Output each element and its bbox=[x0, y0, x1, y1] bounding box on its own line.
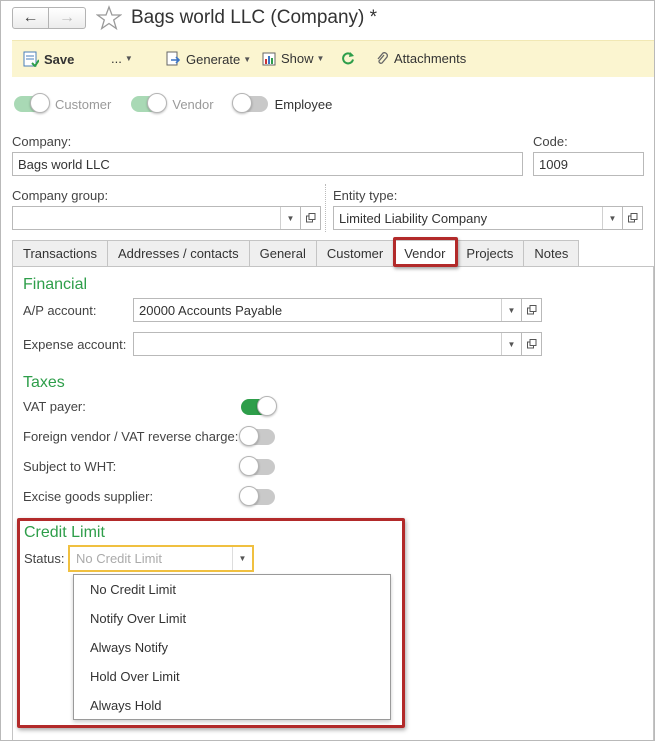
vat-payer-label: VAT payer: bbox=[23, 399, 86, 414]
tab-projects[interactable]: Projects bbox=[455, 240, 524, 267]
caret-down-icon: ▼ bbox=[124, 54, 133, 63]
option-notify-over-limit[interactable]: Notify Over Limit bbox=[74, 604, 390, 633]
expense-account-label: Expense account: bbox=[23, 337, 127, 352]
back-button[interactable]: ← bbox=[12, 7, 49, 29]
caret-down-icon: ▼ bbox=[243, 54, 252, 64]
ap-account-dropdown-button[interactable]: ▼ bbox=[501, 299, 521, 321]
foreign-vendor-label: Foreign vendor / VAT reverse charge: bbox=[23, 429, 239, 444]
attachments-label: Attachments bbox=[394, 51, 467, 66]
option-always-notify[interactable]: Always Notify bbox=[74, 633, 390, 662]
financial-heading: Financial bbox=[23, 276, 88, 293]
more-label: ... bbox=[111, 51, 122, 66]
more-actions-button[interactable]: ... ▼ bbox=[111, 51, 133, 66]
generate-button[interactable]: Generate ▼ bbox=[165, 51, 251, 67]
credit-status-select[interactable]: No Credit Limit ▼ bbox=[68, 545, 254, 572]
open-window-icon bbox=[526, 339, 536, 349]
vendor-tab-highlight bbox=[393, 237, 458, 267]
generate-label: Generate bbox=[186, 51, 241, 67]
company-group-input[interactable]: ▼ bbox=[12, 206, 301, 230]
customer-switch[interactable] bbox=[14, 93, 50, 113]
generate-icon bbox=[166, 51, 181, 66]
expense-account-dropdown-button[interactable]: ▼ bbox=[501, 333, 521, 355]
wht-label: Subject to WHT: bbox=[23, 459, 117, 474]
credit-status-dropdown-list: No Credit Limit Notify Over Limit Always… bbox=[73, 574, 391, 720]
company-input[interactable]: Bags world LLC bbox=[12, 152, 523, 176]
vendor-toggle[interactable]: Vendor bbox=[131, 93, 214, 113]
entity-type-value: Limited Liability Company bbox=[339, 211, 488, 226]
credit-limit-heading: Credit Limit bbox=[24, 524, 105, 541]
credit-status-dropdown-button[interactable]: ▼ bbox=[232, 547, 252, 570]
tab-bar: Transactions Addresses / contacts Genera… bbox=[12, 240, 580, 267]
column-divider bbox=[325, 184, 326, 232]
code-input[interactable]: 1009 bbox=[533, 152, 644, 176]
expense-account-select[interactable]: ▼ bbox=[133, 332, 522, 356]
excise-supplier-label: Excise goods supplier: bbox=[23, 489, 154, 504]
credit-status-label: Status: bbox=[24, 551, 65, 566]
arrow-right-icon: → bbox=[59, 9, 75, 26]
company-group-open-button[interactable] bbox=[301, 206, 321, 230]
entity-type-dropdown-button[interactable]: ▼ bbox=[602, 207, 622, 229]
tab-customer[interactable]: Customer bbox=[315, 240, 394, 267]
tab-general[interactable]: General bbox=[248, 240, 316, 267]
ap-account-value: 20000 Accounts Payable bbox=[139, 303, 283, 318]
entity-type-open-button[interactable] bbox=[623, 206, 643, 230]
tab-addresses-contacts[interactable]: Addresses / contacts bbox=[106, 240, 249, 267]
arrow-left-icon: ← bbox=[22, 9, 39, 26]
refresh-icon bbox=[342, 52, 354, 65]
credit-status-placeholder: No Credit Limit bbox=[76, 551, 162, 566]
employee-toggle-label: Employee bbox=[274, 96, 333, 112]
navigation-buttons: ← → bbox=[12, 7, 86, 29]
excise-supplier-switch[interactable] bbox=[239, 486, 275, 506]
role-toggles: Customer Vendor Employee bbox=[14, 93, 352, 113]
attachments-button[interactable]: Attachments bbox=[375, 51, 466, 66]
ap-account-select[interactable]: 20000 Accounts Payable ▼ bbox=[133, 298, 522, 322]
caret-down-icon: ▼ bbox=[316, 54, 325, 63]
option-always-hold[interactable]: Always Hold bbox=[74, 691, 390, 720]
ap-account-open-button[interactable] bbox=[522, 298, 542, 322]
show-label: Show bbox=[281, 51, 314, 66]
company-group-label: Company group: bbox=[12, 188, 109, 203]
company-label: Company: bbox=[12, 134, 72, 149]
open-window-icon bbox=[526, 305, 536, 315]
tab-notes[interactable]: Notes bbox=[523, 240, 580, 267]
command-bar: Save ... ▼ Generate ▼ Show ▼ Attachments bbox=[12, 40, 654, 77]
company-group-dropdown-button[interactable]: ▼ bbox=[280, 207, 300, 229]
open-window-icon bbox=[627, 213, 637, 223]
save-icon bbox=[23, 51, 39, 67]
paperclip-icon bbox=[377, 51, 388, 64]
tab-transactions[interactable]: Transactions bbox=[12, 240, 107, 267]
favorite-star-icon[interactable] bbox=[96, 5, 122, 31]
customer-toggle-label: Customer bbox=[55, 96, 112, 112]
code-label: Code: bbox=[533, 134, 568, 149]
refresh-button[interactable] bbox=[341, 51, 360, 65]
ap-account-label: A/P account: bbox=[23, 303, 97, 318]
option-no-credit-limit[interactable]: No Credit Limit bbox=[74, 575, 390, 604]
report-icon bbox=[262, 52, 276, 65]
taxes-heading: Taxes bbox=[23, 374, 65, 391]
save-label: Save bbox=[44, 51, 75, 67]
employee-toggle[interactable]: Employee bbox=[231, 93, 333, 113]
show-reports-button[interactable]: Show ▼ bbox=[262, 51, 324, 66]
vendor-switch[interactable] bbox=[131, 93, 168, 113]
foreign-vendor-switch[interactable] bbox=[239, 426, 275, 446]
vendor-toggle-label: Vendor bbox=[172, 96, 214, 112]
entity-type-select[interactable]: Limited Liability Company ▼ bbox=[333, 206, 623, 230]
customer-toggle[interactable]: Customer bbox=[14, 93, 112, 113]
window-title: Bags world LLC (Company) * bbox=[131, 7, 378, 28]
save-button[interactable]: Save bbox=[23, 51, 74, 67]
entity-type-label: Entity type: bbox=[333, 188, 398, 203]
wht-switch[interactable] bbox=[239, 456, 275, 476]
open-window-icon bbox=[305, 213, 315, 223]
expense-account-open-button[interactable] bbox=[522, 332, 542, 356]
vat-payer-switch[interactable] bbox=[241, 396, 277, 416]
option-hold-over-limit[interactable]: Hold Over Limit bbox=[74, 662, 390, 691]
forward-button[interactable]: → bbox=[49, 7, 86, 29]
employee-switch[interactable] bbox=[231, 93, 268, 113]
